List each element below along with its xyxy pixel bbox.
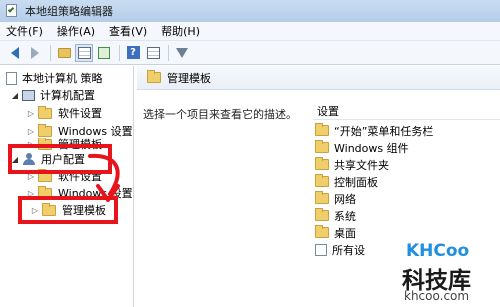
title-bar: 本地组策略编辑器 bbox=[0, 0, 500, 22]
details-header-title: 管理模板 bbox=[167, 71, 211, 85]
toolbar: ? bbox=[0, 41, 500, 65]
folder-icon bbox=[38, 123, 52, 137]
folder-icon bbox=[315, 208, 329, 221]
list-item-label: 所有设 bbox=[332, 243, 365, 257]
list-item-label: 系统 bbox=[334, 209, 356, 223]
folder-icon bbox=[315, 174, 329, 187]
export-list-button[interactable] bbox=[95, 44, 113, 62]
expanded-triangle-icon[interactable]: ◢ bbox=[10, 90, 20, 100]
folder-icon bbox=[315, 123, 329, 136]
tree-item-software-settings[interactable]: ▷ 软件设置 bbox=[26, 104, 102, 122]
toolbar-separator bbox=[168, 44, 169, 61]
folder-icon bbox=[38, 105, 52, 119]
window-title: 本地组策略编辑器 bbox=[25, 5, 113, 18]
tree-item-label: 软件设置 bbox=[58, 107, 102, 120]
list-item-network[interactable]: 网络 bbox=[315, 190, 356, 207]
column-header-setting[interactable]: 设置 bbox=[313, 102, 500, 120]
list-item-control-panel[interactable]: 控制面板 bbox=[315, 173, 378, 190]
show-hide-tree-button[interactable] bbox=[75, 43, 93, 62]
folder-icon bbox=[315, 191, 329, 204]
list-item-label: 桌面 bbox=[334, 226, 356, 240]
menu-action[interactable]: 操作(A) bbox=[57, 23, 95, 39]
menu-view[interactable]: 查看(V) bbox=[109, 23, 147, 39]
watermark-brand: KHCoo bbox=[406, 241, 470, 261]
toolbar-separator bbox=[119, 44, 120, 61]
up-folder-button[interactable] bbox=[55, 44, 73, 62]
list-item-shared-folders[interactable]: 共享文件夹 bbox=[315, 156, 389, 173]
menu-file[interactable]: 文件(F) bbox=[6, 23, 43, 39]
watermark-logo: KHCoo 科技库 khcoo.com bbox=[392, 237, 496, 305]
settings-page-icon bbox=[315, 243, 327, 256]
list-item-label: 共享文件夹 bbox=[334, 158, 389, 172]
help-icon: ? bbox=[126, 46, 140, 59]
filter-icon bbox=[176, 47, 188, 58]
up-folder-icon bbox=[57, 47, 71, 58]
details-header: 管理模板 bbox=[137, 66, 500, 90]
tree-item-label: 本地计算机 策略 bbox=[22, 72, 103, 85]
folder-icon bbox=[315, 225, 329, 238]
folder-icon bbox=[315, 140, 329, 153]
tree-item-computer-config[interactable]: ◢ 计算机配置 bbox=[10, 86, 95, 104]
forward-button[interactable] bbox=[26, 44, 44, 62]
list-item-desktop[interactable]: 桌面 bbox=[315, 224, 356, 241]
toolbar-separator bbox=[50, 44, 51, 61]
view-button[interactable] bbox=[144, 44, 162, 62]
view-icon bbox=[146, 46, 160, 59]
forward-arrow-icon bbox=[31, 46, 39, 59]
tree-item-label: 计算机配置 bbox=[40, 89, 95, 102]
list-item-label: “开始”菜单和任务栏 bbox=[334, 124, 434, 138]
help-button[interactable]: ? bbox=[124, 44, 142, 62]
computer-icon bbox=[22, 89, 35, 101]
list-item-windows-components[interactable]: Windows 组件 bbox=[315, 139, 409, 156]
list-item-system[interactable]: 系统 bbox=[315, 207, 356, 224]
filter-button[interactable] bbox=[173, 44, 191, 62]
collapsed-triangle-icon[interactable]: ▷ bbox=[26, 126, 36, 136]
watermark-domain: khcoo.com bbox=[404, 289, 470, 303]
show-hide-tree-icon bbox=[77, 46, 91, 59]
menu-bar: 文件(F) 操作(A) 查看(V) 帮助(H) bbox=[0, 22, 500, 41]
list-item-label: 控制面板 bbox=[334, 175, 378, 189]
tree-item-label: Windows 设置 bbox=[58, 125, 133, 138]
list-item-label: 网络 bbox=[334, 192, 356, 206]
collapsed-triangle-icon[interactable]: ▷ bbox=[26, 108, 36, 118]
policy-editor-icon bbox=[5, 4, 19, 18]
tree-item-root[interactable]: 本地计算机 策略 bbox=[6, 69, 103, 87]
red-arrow-icon bbox=[88, 153, 120, 202]
menu-help[interactable]: 帮助(H) bbox=[161, 23, 200, 39]
list-item-label: Windows 组件 bbox=[334, 141, 409, 155]
folder-icon bbox=[147, 70, 161, 83]
export-list-icon bbox=[98, 46, 110, 59]
list-item-start-menu[interactable]: “开始”菜单和任务栏 bbox=[315, 122, 433, 139]
back-button[interactable] bbox=[6, 44, 24, 62]
list-item-all-settings[interactable]: 所有设 bbox=[315, 241, 365, 258]
policy-document-icon bbox=[6, 71, 17, 85]
folder-icon bbox=[315, 157, 329, 170]
description-text: 选择一个项目来查看它的描述。 bbox=[143, 108, 297, 121]
back-arrow-icon bbox=[11, 46, 19, 59]
